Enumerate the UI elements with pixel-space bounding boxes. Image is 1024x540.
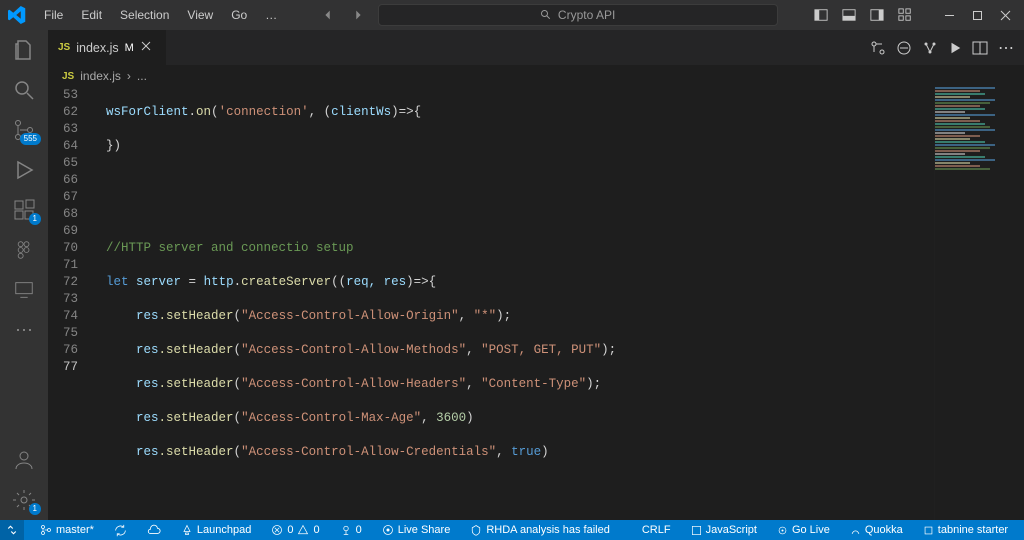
language-status[interactable]: JavaScript <box>687 520 761 540</box>
tab-bar: JS index.js M ⋯ <box>48 30 1024 65</box>
debug-icon[interactable] <box>12 158 36 182</box>
menu-edit[interactable]: Edit <box>73 4 110 26</box>
timeline-icon[interactable] <box>896 40 912 56</box>
minimize-icon[interactable] <box>938 4 960 26</box>
commit-graph-icon[interactable] <box>922 40 938 56</box>
search-icon[interactable] <box>12 78 36 102</box>
search-icon <box>540 9 552 21</box>
compare-icon[interactable] <box>870 40 886 56</box>
remote-explorer-icon[interactable] <box>12 278 36 302</box>
tabnine-status[interactable]: tabnine starter <box>919 520 1012 540</box>
tab-index-js[interactable]: JS index.js M <box>48 30 167 65</box>
layout-panel-icon[interactable] <box>838 4 860 26</box>
status-bar: master* Launchpad 0 0 0 Live Share RHDA … <box>0 520 1024 540</box>
quokka-status[interactable]: Quokka <box>846 520 907 540</box>
golive-status[interactable]: Go Live <box>773 520 834 540</box>
cloud-icon[interactable] <box>143 520 165 540</box>
sync-icon[interactable] <box>110 520 131 540</box>
settings-icon[interactable]: 1 <box>12 488 36 512</box>
breadcrumb-more: ... <box>137 69 147 83</box>
menu-view[interactable]: View <box>179 4 221 26</box>
breadcrumb-sep: › <box>127 69 131 83</box>
menu-more[interactable]: … <box>257 4 285 26</box>
editor-area: JS index.js M ⋯ JS index.js › ... 536263 <box>48 30 1024 520</box>
more-views-icon[interactable]: ⋯ <box>12 318 36 342</box>
figma-icon[interactable] <box>12 238 36 262</box>
close-icon[interactable] <box>994 4 1016 26</box>
vscode-logo-icon <box>8 6 26 24</box>
split-icon[interactable] <box>972 40 988 56</box>
extensions-icon[interactable]: 1 <box>12 198 36 222</box>
tab-modified: M <box>125 42 134 54</box>
ext-badge: 1 <box>29 213 41 225</box>
maximize-icon[interactable] <box>966 4 988 26</box>
editor-actions: ⋯ <box>870 30 1024 65</box>
scm-badge: 555 <box>20 133 41 145</box>
layout-primary-icon[interactable] <box>810 4 832 26</box>
rhda-status[interactable]: RHDA analysis has failed <box>466 520 614 540</box>
run-icon[interactable] <box>948 41 962 55</box>
nav-forward-icon[interactable] <box>348 5 368 25</box>
explorer-icon[interactable] <box>12 38 36 62</box>
minimap[interactable] <box>934 87 1024 520</box>
layout-secondary-icon[interactable] <box>866 4 888 26</box>
source-control-icon[interactable]: 555 <box>12 118 36 142</box>
activity-bar: 555 1 ⋯ 1 <box>0 30 48 520</box>
code-editor[interactable]: 5362636465666768697071727374757677 wsFor… <box>48 87 1024 520</box>
js-file-icon: JS <box>58 42 70 53</box>
search-label: Crypto API <box>558 8 615 22</box>
menu-bar: File Edit Selection View Go … <box>8 4 285 26</box>
title-bar: File Edit Selection View Go … Crypto API <box>0 0 1024 30</box>
breadcrumb-file: index.js <box>80 69 121 83</box>
branch-status[interactable]: master* <box>36 520 98 540</box>
code-content[interactable]: wsForClient.on('connection', (clientWs)=… <box>96 87 1024 520</box>
settings-badge: 1 <box>29 503 41 515</box>
menu-file[interactable]: File <box>36 4 71 26</box>
customize-layout-icon[interactable] <box>894 4 916 26</box>
breadcrumb[interactable]: JS index.js › ... <box>48 65 1024 87</box>
line-gutter: 5362636465666768697071727374757677 <box>48 87 96 520</box>
command-center-search[interactable]: Crypto API <box>378 4 778 26</box>
menu-selection[interactable]: Selection <box>112 4 177 26</box>
account-icon[interactable] <box>12 448 36 472</box>
ports-status[interactable]: 0 <box>336 520 366 540</box>
nav-back-icon[interactable] <box>318 5 338 25</box>
remote-indicator[interactable] <box>0 520 24 540</box>
launchpad-status[interactable]: Launchpad <box>177 520 255 540</box>
js-file-icon: JS <box>62 71 74 82</box>
menu-go[interactable]: Go <box>223 4 255 26</box>
liveshare-status[interactable]: Live Share <box>378 520 455 540</box>
eol-status[interactable]: CRLF <box>638 520 675 540</box>
tab-label: index.js <box>76 41 118 55</box>
tab-close-icon[interactable] <box>140 40 156 56</box>
more-actions-icon[interactable]: ⋯ <box>998 38 1014 58</box>
problems-status[interactable]: 0 0 <box>267 520 323 540</box>
